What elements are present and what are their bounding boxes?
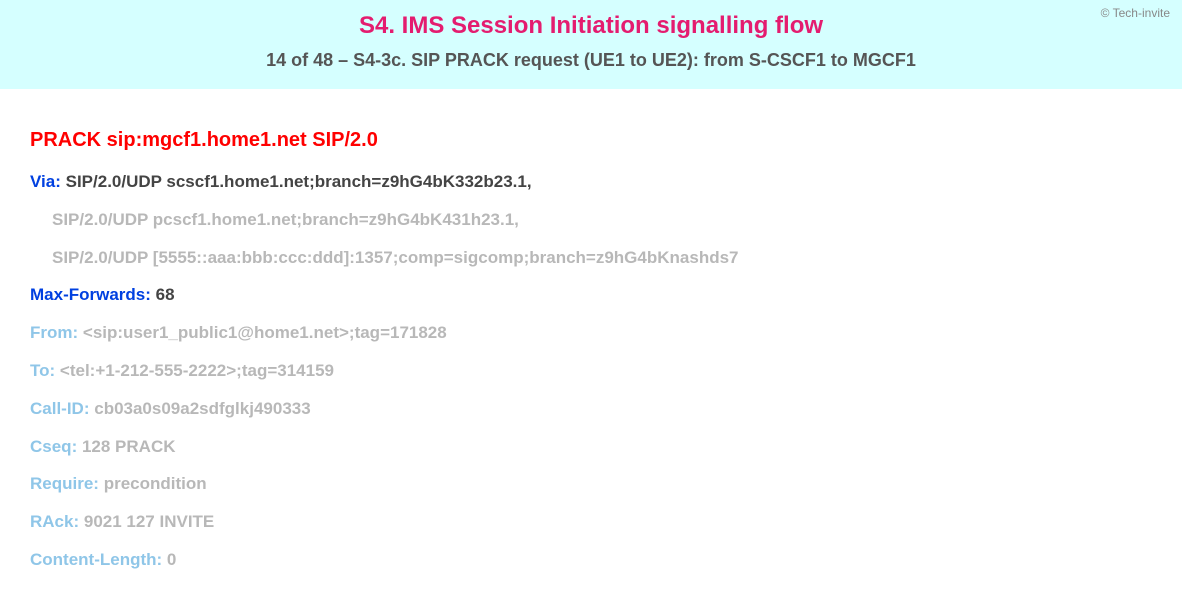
require-name: Require: bbox=[30, 474, 99, 493]
content-length-name: Content-Length: bbox=[30, 550, 162, 569]
rack-header: RAck: 9021 127 INVITE bbox=[30, 510, 1152, 534]
max-forwards-header: Max-Forwards: 68 bbox=[30, 283, 1152, 307]
call-id-name: Call-ID: bbox=[30, 399, 90, 418]
copyright-text: © Tech-invite bbox=[1101, 6, 1170, 20]
via-header-value-2: SIP/2.0/UDP pcscf1.home1.net;branch=z9hG… bbox=[52, 208, 1152, 232]
to-header: To: <tel:+1-212-555-2222>;tag=314159 bbox=[30, 359, 1152, 383]
rack-value: 9021 127 INVITE bbox=[84, 512, 214, 531]
page-title: S4. IMS Session Initiation signalling fl… bbox=[10, 12, 1172, 40]
sip-request-line: PRACK sip:mgcf1.home1.net SIP/2.0 bbox=[30, 129, 1152, 152]
header-banner: © Tech-invite S4. IMS Session Initiation… bbox=[0, 0, 1182, 89]
cseq-name: Cseq: bbox=[30, 437, 77, 456]
from-header: From: <sip:user1_public1@home1.net>;tag=… bbox=[30, 321, 1152, 345]
via-header-name: Via: bbox=[30, 172, 61, 191]
call-id-value: cb03a0s09a2sdfglkj490333 bbox=[94, 399, 310, 418]
content-length-header: Content-Length: 0 bbox=[30, 548, 1152, 572]
from-name: From: bbox=[30, 323, 78, 342]
cseq-header: Cseq: 128 PRACK bbox=[30, 435, 1152, 459]
sip-message-content: PRACK sip:mgcf1.home1.net SIP/2.0 Via: S… bbox=[0, 89, 1182, 606]
to-value: <tel:+1-212-555-2222>;tag=314159 bbox=[60, 361, 334, 380]
rack-name: RAck: bbox=[30, 512, 79, 531]
max-forwards-value: 68 bbox=[156, 285, 175, 304]
page-subtitle: 14 of 48 – S4-3c. SIP PRACK request (UE1… bbox=[10, 50, 1172, 71]
cseq-value: 128 PRACK bbox=[82, 437, 176, 456]
via-header-value-3: SIP/2.0/UDP [5555::aaa:bbb:ccc:ddd]:1357… bbox=[52, 246, 1152, 270]
via-header-value-1: SIP/2.0/UDP scscf1.home1.net;branch=z9hG… bbox=[66, 172, 532, 191]
content-length-value: 0 bbox=[167, 550, 176, 569]
from-value: <sip:user1_public1@home1.net>;tag=171828 bbox=[83, 323, 447, 342]
require-header: Require: precondition bbox=[30, 472, 1152, 496]
max-forwards-name: Max-Forwards: bbox=[30, 285, 151, 304]
to-name: To: bbox=[30, 361, 55, 380]
via-header: Via: SIP/2.0/UDP scscf1.home1.net;branch… bbox=[30, 170, 1152, 194]
require-value: precondition bbox=[104, 474, 207, 493]
call-id-header: Call-ID: cb03a0s09a2sdfglkj490333 bbox=[30, 397, 1152, 421]
